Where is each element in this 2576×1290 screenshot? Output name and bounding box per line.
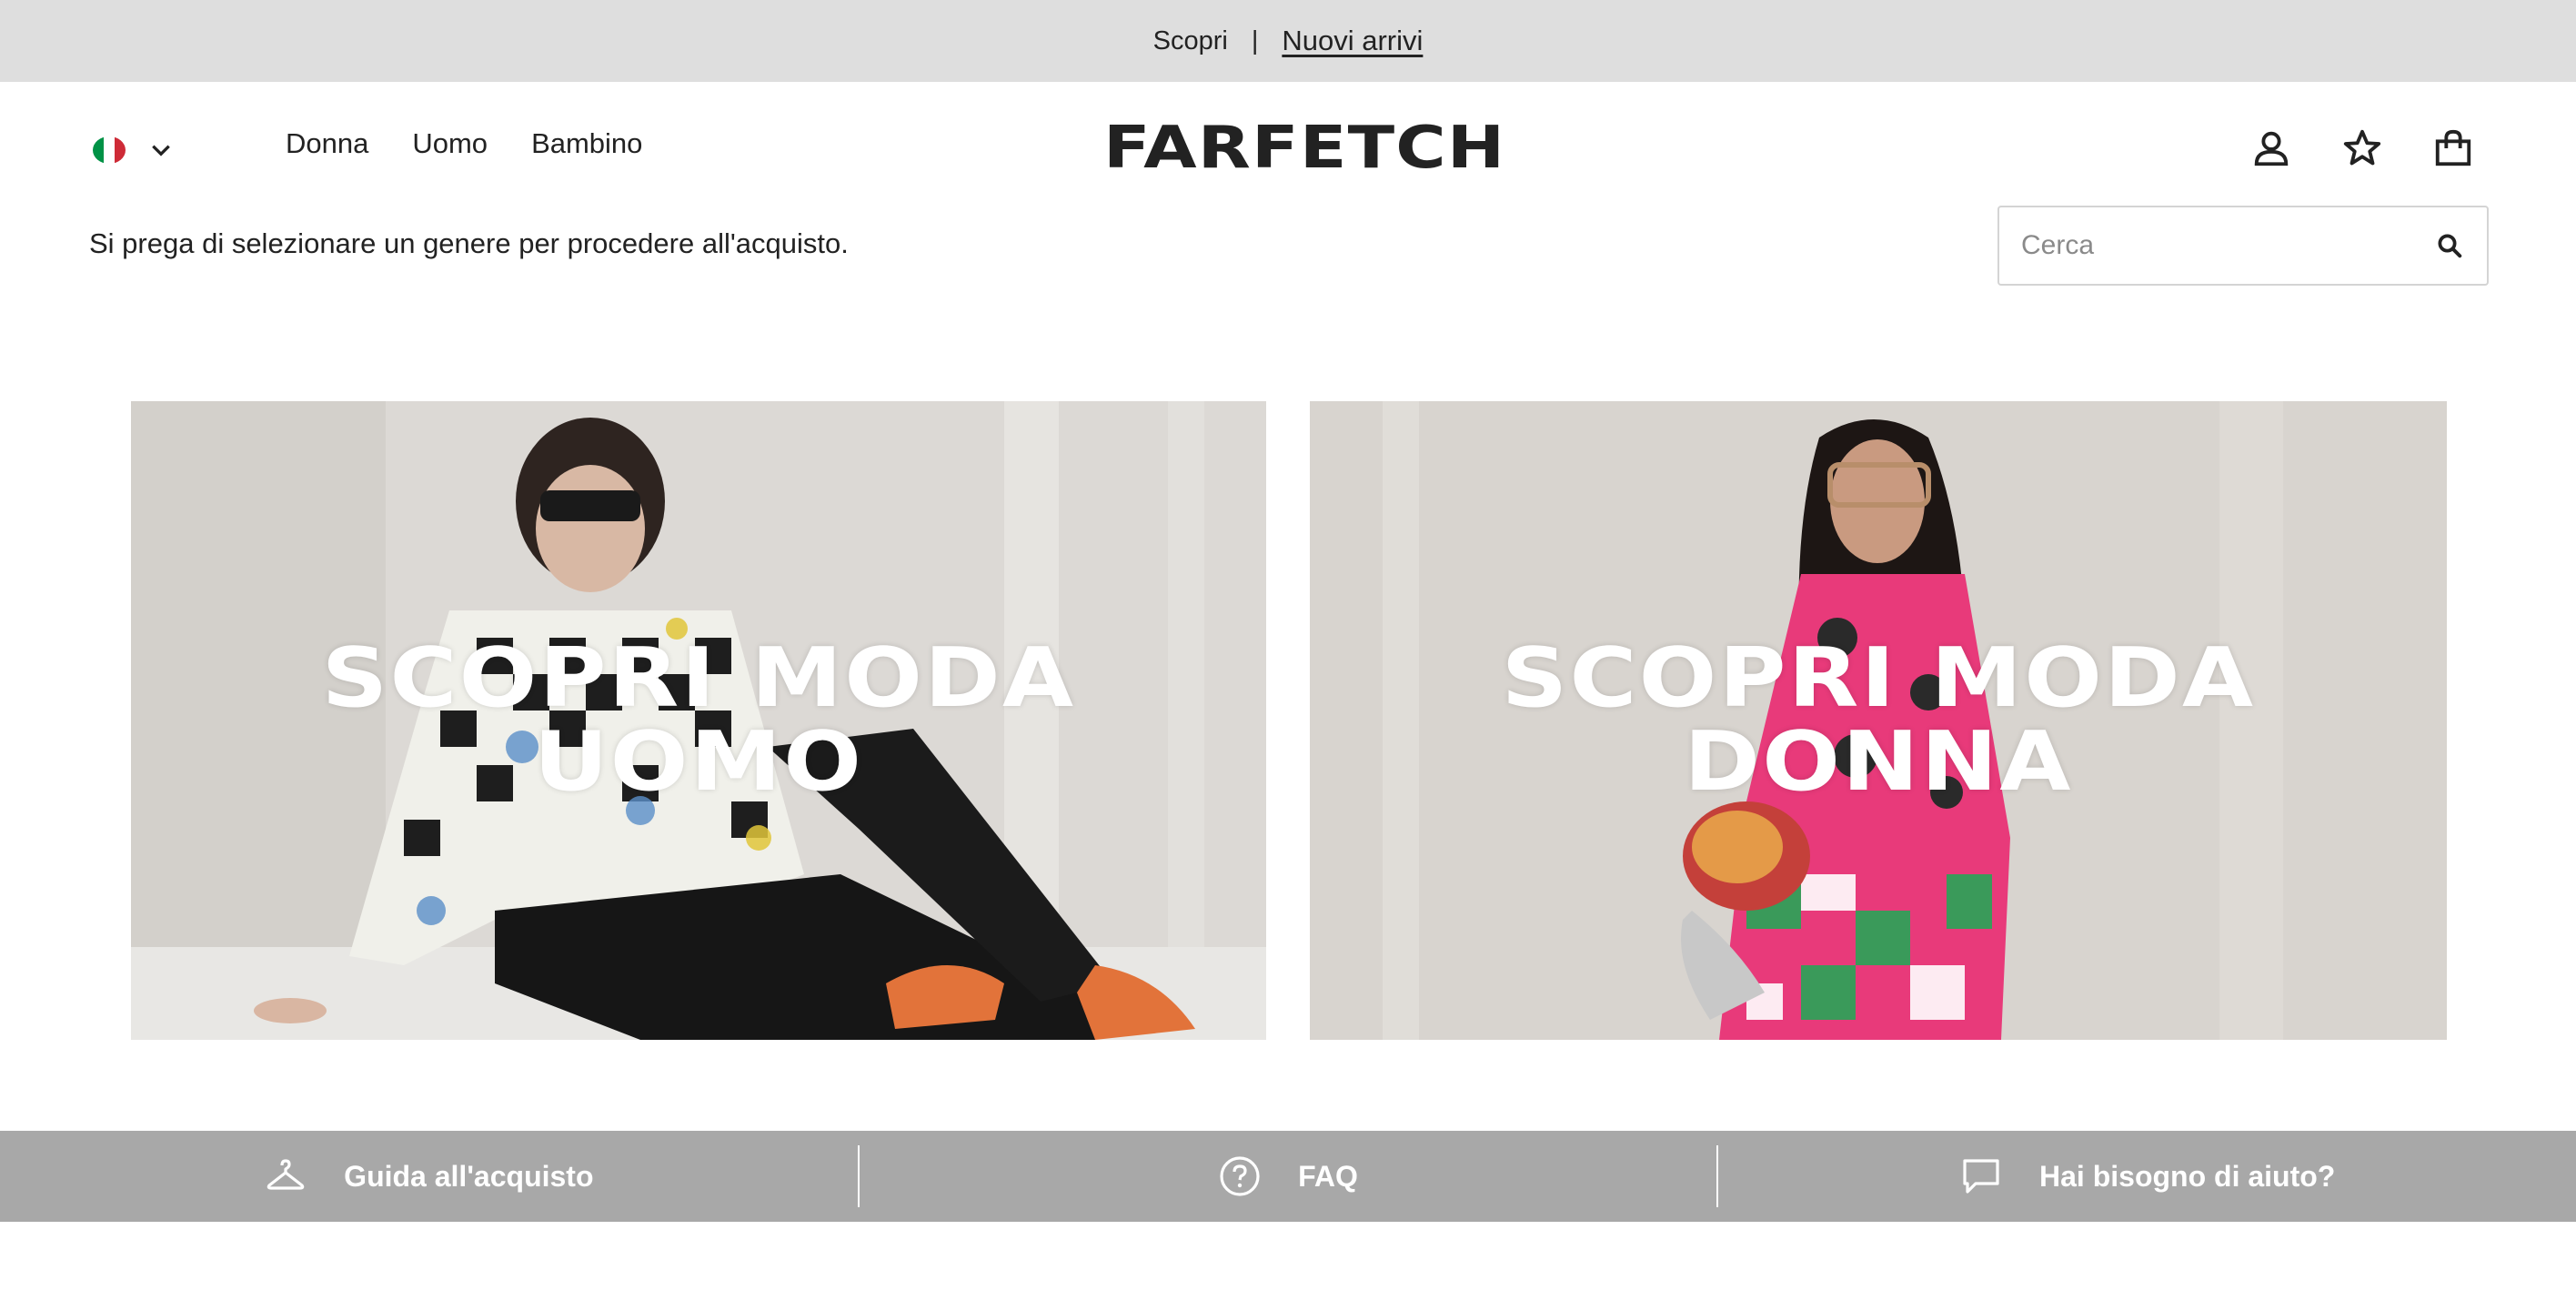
help-bar: Guida all'acquisto FAQ Hai bisogno di ai… <box>0 1131 2576 1222</box>
main-nav: Donna Uomo Bambino <box>286 127 642 160</box>
search-box <box>1997 206 2489 286</box>
shopping-guide-link[interactable]: Guida all'acquisto <box>0 1154 858 1198</box>
menswear-card[interactable]: SCOPRI MODA UOMO <box>131 401 1266 1040</box>
search-icon <box>2438 234 2462 258</box>
farfetch-logo[interactable]: FARFETCH <box>1103 115 1505 182</box>
shopping-bag-icon[interactable] <box>2432 127 2474 169</box>
faq-label: FAQ <box>1298 1159 1358 1193</box>
chevron-down-icon <box>152 145 170 156</box>
shopping-guide-label: Guida all'acquisto <box>344 1159 594 1193</box>
country-selector[interactable] <box>93 136 173 164</box>
question-circle-icon <box>1220 1156 1260 1196</box>
new-arrivals-link[interactable]: Nuovi arrivi <box>1282 25 1423 57</box>
wishlist-star-icon[interactable] <box>2341 127 2383 169</box>
hanger-icon <box>267 1159 305 1190</box>
site-header: Donna Uomo Bambino FARFETCH Si prega di … <box>0 82 2576 302</box>
promo-bar: Scopri | Nuovi arrivi <box>0 0 2576 82</box>
chat-bubble-icon <box>1963 1159 1999 1194</box>
account-icon[interactable] <box>2250 127 2292 169</box>
search-button[interactable] <box>2412 207 2487 284</box>
menswear-title: SCOPRI MODA UOMO <box>321 630 1076 810</box>
promo-separator: | <box>1251 25 1259 55</box>
gender-notice: Si prega di selezionare un genere per pr… <box>89 227 849 259</box>
search-input[interactable] <box>1999 207 2412 284</box>
womenswear-card[interactable]: SCOPRI MODA DONNA <box>1310 401 2447 1040</box>
faq-link[interactable]: FAQ <box>860 1154 1717 1198</box>
nav-bambino[interactable]: Bambino <box>531 127 642 160</box>
womenswear-title: SCOPRI MODA DONNA <box>1501 630 2256 810</box>
italy-flag-icon <box>93 136 126 164</box>
header-actions <box>2250 127 2474 169</box>
nav-donna[interactable]: Donna <box>286 127 368 160</box>
help-label: Hai bisogno di aiuto? <box>2039 1159 2336 1193</box>
promo-prefix: Scopri <box>1152 25 1228 55</box>
help-link[interactable]: Hai bisogno di aiuto? <box>1718 1154 2576 1198</box>
nav-uomo[interactable]: Uomo <box>412 127 488 160</box>
